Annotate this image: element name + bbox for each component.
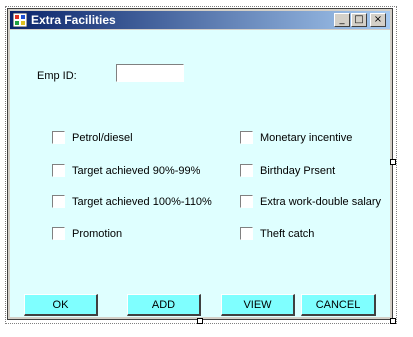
resize-handle-bottom[interactable] (197, 318, 203, 324)
resize-handle-corner[interactable] (390, 318, 396, 324)
resize-handle-right[interactable] (390, 159, 396, 165)
designer-selection-outline (5, 6, 397, 324)
